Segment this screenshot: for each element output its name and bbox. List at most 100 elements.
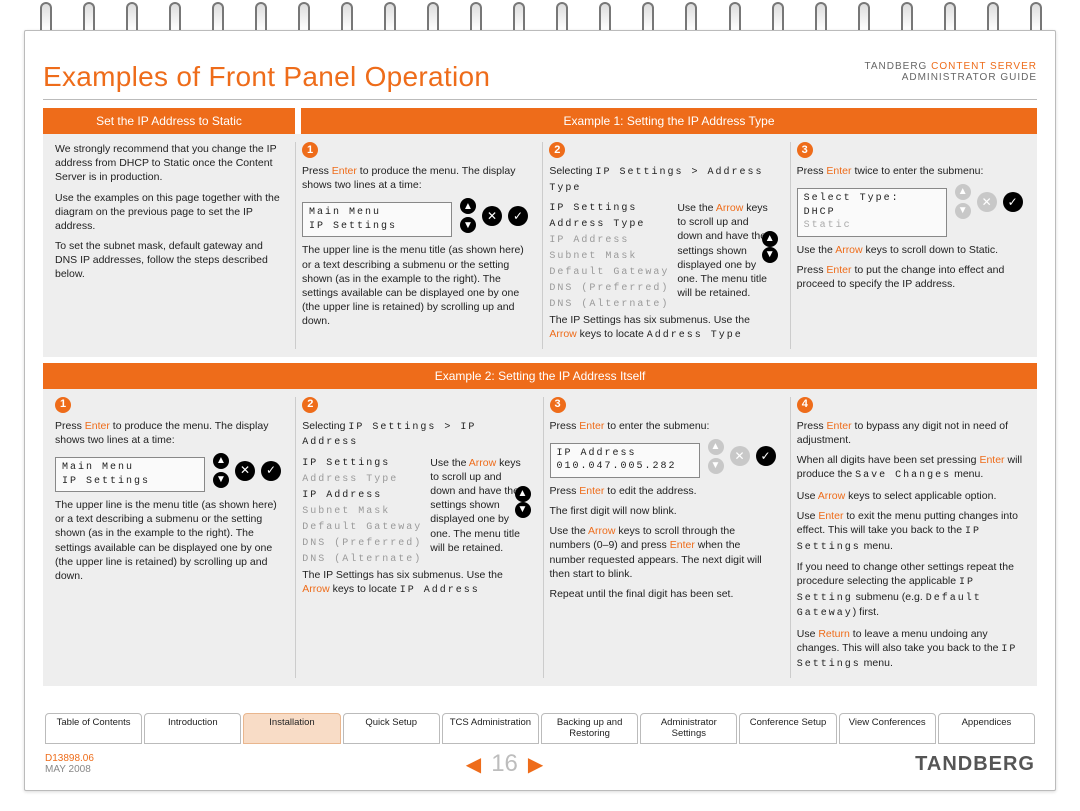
menu-list: IP Settings Address Type IP Address Subn… [549, 201, 669, 313]
down-arrow-icon: ▼ [460, 217, 476, 233]
up-arrow-icon: ▲ [955, 184, 971, 200]
page-title: Examples of Front Panel Operation [43, 61, 490, 93]
menu-item: IP Address [302, 488, 422, 504]
intro-p3: To set the subnet mask, default gateway … [55, 239, 283, 282]
b3-p4: Use the Arrow keys to scroll through the… [550, 524, 778, 581]
menu-item: DNS (Alternate) [302, 552, 422, 568]
brand-logo: TANDBERG [915, 753, 1035, 776]
a-step2: 2 Selecting IP Settings > Address Type I… [542, 142, 783, 349]
lcd-line: IP Settings [309, 220, 445, 234]
up-arrow-icon: ▲ [708, 439, 724, 455]
lcd-line: IP Address [557, 447, 693, 461]
b4-p4: Use Enter to exit the menu putting chang… [797, 509, 1025, 554]
nav-appendices[interactable]: Appendices [938, 713, 1035, 744]
menu-item: DNS (Preferred) [302, 536, 422, 552]
b4-p5: If you need to change other settings rep… [797, 560, 1025, 621]
section-b: 1 Press Enter to produce the menu. The d… [43, 389, 1037, 686]
lcd-line: Select Type: [804, 192, 940, 206]
section-a: We strongly recommend that you change th… [43, 134, 1037, 357]
doc-date: MAY 2008 [45, 764, 91, 775]
menu-item: Subnet Mask [549, 249, 669, 265]
lcd-line: Main Menu [309, 206, 445, 220]
a3-p3: Press Enter to put the change into effec… [797, 263, 1025, 291]
lcd-ipaddress: IP Address 010.047.005.282 [550, 443, 700, 478]
lcd-line: IP Settings [62, 475, 198, 489]
menu-item: Default Gateway [302, 520, 422, 536]
down-arrow-icon: ▼ [955, 203, 971, 219]
product-text: CONTENT SERVER [931, 61, 1037, 72]
step-badge-3: 3 [797, 142, 813, 158]
menu-item: IP Address [549, 233, 669, 249]
divider [43, 99, 1037, 100]
step-badge-1: 1 [302, 142, 318, 158]
tab-example-1: Example 1: Setting the IP Address Type [301, 108, 1037, 134]
lcd-line: Static [804, 219, 940, 233]
a3-p2: Use the Arrow keys to scroll down to Sta… [797, 243, 1025, 257]
lcd-selecttype: Select Type: DHCP Static [797, 188, 947, 237]
b4-p6: Use Return to leave a menu undoing any c… [797, 627, 1025, 672]
a-step1: 1 Press Enter to produce the menu. The d… [295, 142, 536, 349]
nav-conf-setup[interactable]: Conference Setup [739, 713, 836, 744]
cancel-icon: ✕ [977, 192, 997, 212]
menu-item: Subnet Mask [302, 504, 422, 520]
enter-icon: ✓ [756, 446, 776, 466]
menu-item: Default Gateway [549, 265, 669, 281]
down-arrow-icon: ▼ [213, 472, 229, 488]
menu-item: Address Type [302, 472, 422, 488]
up-arrow-icon: ▲ [213, 453, 229, 469]
menu-item: DNS (Alternate) [549, 297, 669, 313]
a-step3: 3 Press Enter twice to enter the submenu… [790, 142, 1031, 349]
nav-view-conf[interactable]: View Conferences [839, 713, 936, 744]
spiral-binding [30, 0, 1050, 34]
intro-col: We strongly recommend that you change th… [49, 142, 289, 349]
step-badge-2: 2 [302, 397, 318, 413]
up-arrow-icon: ▲ [515, 486, 531, 502]
nav-tcs-admin[interactable]: TCS Administration [442, 713, 539, 744]
tab-set-static: Set the IP Address to Static [43, 108, 295, 134]
page-sheet: Examples of Front Panel Operation TANDBE… [24, 30, 1056, 791]
enter-icon: ✓ [1003, 192, 1023, 212]
enter-icon: ✓ [508, 206, 528, 226]
b4-p2: When all digits have been set pressing E… [797, 453, 1025, 483]
page-footer: D13898.06 MAY 2008 ◀ 16 ▶ TANDBERG [43, 750, 1037, 778]
lcd-mainmenu: Main Menu IP Settings [55, 457, 205, 492]
lcd-mainmenu: Main Menu IP Settings [302, 202, 452, 237]
a2-sel: Selecting IP Settings > Address Type [549, 164, 777, 195]
enter-icon: ✓ [261, 461, 281, 481]
button-cluster: ▲ ▼ ✕ ✓ [708, 439, 776, 474]
lcd-line: 010.047.005.282 [557, 460, 693, 474]
doc-meta: D13898.06 MAY 2008 [45, 753, 94, 775]
a1-p1: Press Enter to produce the menu. The dis… [302, 164, 530, 192]
nav-installation[interactable]: Installation [243, 713, 340, 744]
b3-p3: The first digit will now blink. [550, 504, 778, 518]
a3-p1: Press Enter twice to enter the submenu: [797, 164, 1025, 178]
nav-toc[interactable]: Table of Contents [45, 713, 142, 744]
nav-quick-setup[interactable]: Quick Setup [343, 713, 440, 744]
b4-p1: Press Enter to bypass any digit not in n… [797, 419, 1025, 447]
up-arrow-icon: ▲ [762, 231, 778, 247]
b2-hint: Use the Arrow keys to scroll up and down… [430, 456, 524, 555]
pager: ◀ 16 ▶ [466, 750, 543, 778]
b-step1: 1 Press Enter to produce the menu. The d… [49, 397, 289, 678]
up-arrow-icon: ▲ [460, 198, 476, 214]
a2-foot: The IP Settings has six submenus. Use th… [549, 313, 777, 343]
b-step2: 2 Selecting IP Settings > IP Address IP … [295, 397, 536, 678]
nav-backup[interactable]: Backing up and Restoring [541, 713, 638, 744]
section-a-tabs: Set the IP Address to Static Example 1: … [43, 108, 1037, 134]
b1-p2: The upper line is the menu title (as sho… [55, 498, 283, 583]
brand-text: TANDBERG [865, 61, 928, 72]
step-badge-1: 1 [55, 397, 71, 413]
nav-admin-settings[interactable]: Administrator Settings [640, 713, 737, 744]
lcd-line: Main Menu [62, 461, 198, 475]
menu-list: IP Settings Address Type IP Address Subn… [302, 456, 422, 568]
b-step4: 4 Press Enter to bypass any digit not in… [790, 397, 1031, 678]
next-page-icon[interactable]: ▶ [528, 752, 543, 777]
b3-p1: Press Enter to enter the submenu: [550, 419, 778, 433]
down-arrow-icon: ▼ [515, 502, 531, 518]
nav-introduction[interactable]: Introduction [144, 713, 241, 744]
cancel-icon: ✕ [730, 446, 750, 466]
b4-p3: Use Arrow keys to select applicable opti… [797, 489, 1025, 503]
b3-p5: Repeat until the final digit has been se… [550, 587, 778, 601]
guide-text: ADMINISTRATOR GUIDE [902, 72, 1037, 83]
prev-page-icon[interactable]: ◀ [466, 752, 481, 777]
